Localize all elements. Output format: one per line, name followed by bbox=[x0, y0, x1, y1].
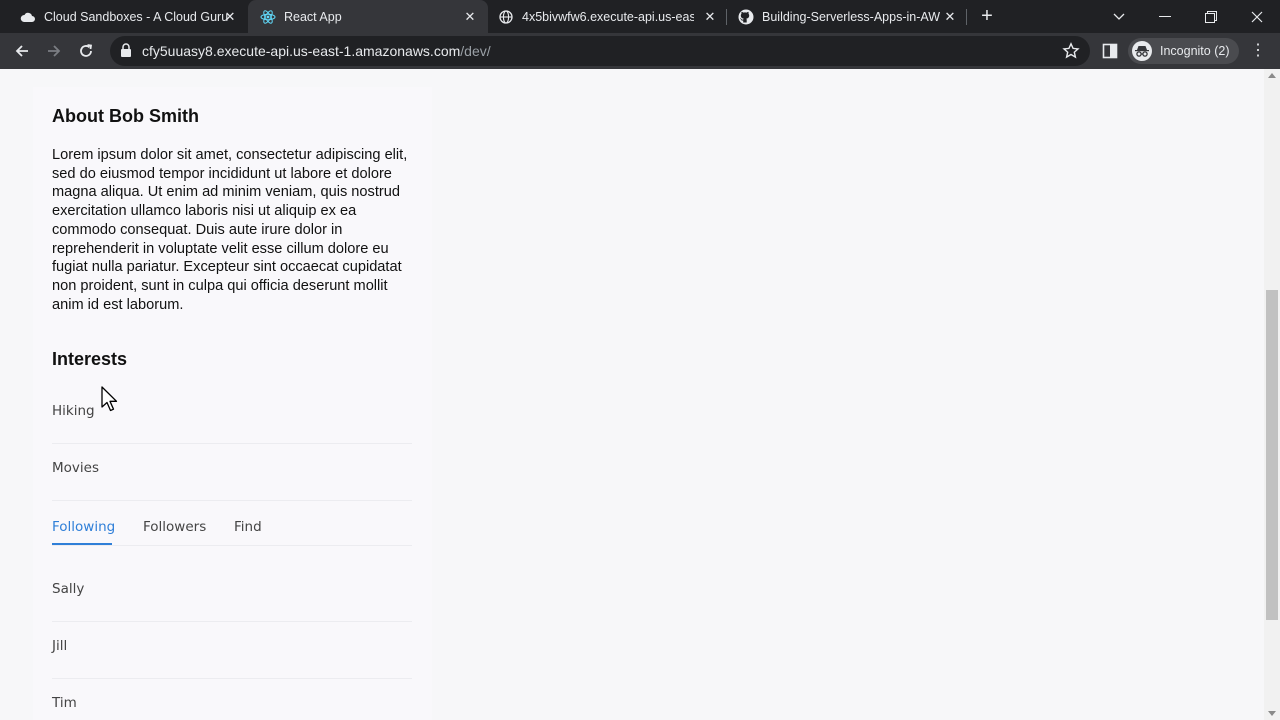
following-name: Jill bbox=[52, 638, 68, 654]
profile-label: Incognito (2) bbox=[1160, 44, 1230, 58]
browser-tab-execute-api[interactable]: 4x5bivwfw6.execute-api.us-east- ✕ bbox=[488, 0, 728, 33]
following-item[interactable]: Jill bbox=[52, 622, 412, 679]
url-text: cfy5uuasy8.execute-api.us-east-1.amazona… bbox=[142, 43, 491, 59]
social-tabs: Following Followers Find bbox=[52, 503, 412, 546]
interest-item[interactable]: Movies bbox=[52, 444, 412, 501]
react-icon bbox=[260, 9, 276, 25]
browser-tab-github[interactable]: Building-Serverless-Apps-in-AWS ✕ bbox=[728, 0, 968, 33]
close-icon[interactable]: ✕ bbox=[942, 9, 958, 25]
back-button[interactable] bbox=[8, 37, 36, 65]
interests-heading: Interests bbox=[52, 349, 128, 369]
minimize-button[interactable] bbox=[1142, 0, 1188, 33]
tab-search-button[interactable] bbox=[1096, 0, 1142, 33]
active-tab-indicator bbox=[52, 543, 112, 545]
following-name: Tim bbox=[52, 695, 77, 711]
restore-button[interactable] bbox=[1188, 0, 1234, 33]
close-window-button[interactable] bbox=[1234, 0, 1280, 33]
incognito-icon bbox=[1132, 41, 1152, 61]
tab-followers[interactable]: Followers bbox=[143, 519, 206, 535]
tab-find[interactable]: Find bbox=[234, 519, 262, 535]
reload-button[interactable] bbox=[72, 37, 100, 65]
about-text: Lorem ipsum dolor sit amet, consectetur … bbox=[52, 147, 408, 313]
browser-toolbar: cfy5uuasy8.execute-api.us-east-1.amazona… bbox=[0, 33, 1280, 69]
forward-arrow-icon bbox=[48, 45, 61, 57]
page-scrollbar[interactable] bbox=[1264, 69, 1280, 720]
new-tab-button[interactable]: + bbox=[977, 6, 997, 26]
reload-icon bbox=[80, 44, 93, 57]
scroll-down-arrow-icon[interactable] bbox=[1268, 711, 1276, 716]
url-path: /dev/ bbox=[460, 43, 491, 59]
tab-separator bbox=[726, 9, 727, 25]
url-host: cfy5uuasy8.execute-api.us-east-1.amazona… bbox=[142, 43, 461, 59]
profile-card: About Bob Smith Lorem ipsum dolor sit am… bbox=[33, 87, 432, 720]
interest-label: Hiking bbox=[52, 403, 95, 419]
tab-title: Building-Serverless-Apps-in-AWS bbox=[762, 9, 940, 24]
browser-tab-strip: Cloud Sandboxes - A Cloud Guru ✕ React A… bbox=[0, 0, 1280, 33]
address-bar[interactable]: cfy5uuasy8.execute-api.us-east-1.amazona… bbox=[110, 36, 1090, 66]
kebab-menu-icon[interactable]: ⋮ bbox=[1250, 41, 1266, 61]
mouse-pointer-icon bbox=[101, 386, 118, 412]
page-viewport: About Bob Smith Lorem ipsum dolor sit am… bbox=[0, 69, 1264, 720]
side-panel-icon[interactable] bbox=[1102, 43, 1118, 59]
interest-label: Movies bbox=[52, 460, 99, 476]
globe-icon bbox=[498, 9, 514, 25]
back-arrow-icon bbox=[15, 45, 28, 57]
bookmark-star-icon[interactable] bbox=[1062, 42, 1080, 60]
browser-tab-react-app[interactable]: React App ✕ bbox=[248, 0, 488, 33]
about-heading: About Bob Smith bbox=[52, 106, 199, 126]
cloud-icon bbox=[20, 9, 36, 25]
tab-following[interactable]: Following bbox=[52, 519, 115, 535]
following-item[interactable]: Sally bbox=[52, 565, 412, 622]
tab-title: 4x5bivwfw6.execute-api.us-east- bbox=[522, 9, 694, 24]
incognito-profile-button[interactable]: Incognito (2) bbox=[1128, 38, 1240, 64]
lock-icon[interactable] bbox=[120, 43, 134, 59]
following-item[interactable]: Tim bbox=[52, 679, 412, 720]
close-icon[interactable]: ✕ bbox=[702, 9, 718, 25]
close-icon[interactable]: ✕ bbox=[462, 9, 478, 25]
scrollbar-thumb[interactable] bbox=[1266, 290, 1278, 620]
following-name: Sally bbox=[52, 581, 85, 597]
scroll-up-arrow-icon[interactable] bbox=[1268, 73, 1276, 78]
browser-tab-cloud-sandboxes[interactable]: Cloud Sandboxes - A Cloud Guru ✕ bbox=[8, 0, 248, 33]
forward-button[interactable] bbox=[40, 37, 68, 65]
close-icon[interactable]: ✕ bbox=[222, 9, 238, 25]
tab-title: React App bbox=[284, 9, 342, 24]
tab-title: Cloud Sandboxes - A Cloud Guru bbox=[44, 9, 229, 24]
github-icon bbox=[738, 9, 754, 25]
tab-separator bbox=[966, 9, 967, 25]
